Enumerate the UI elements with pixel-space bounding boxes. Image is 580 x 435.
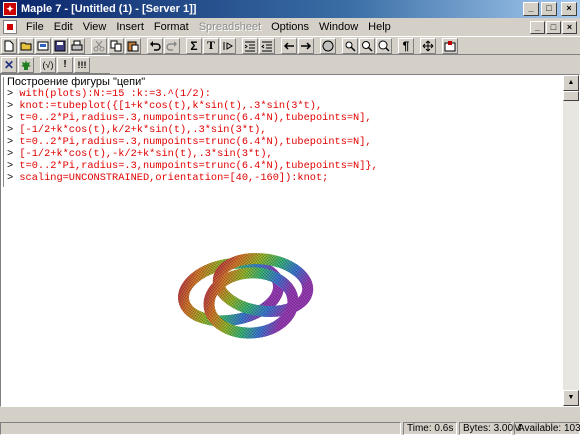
triple-bang-button[interactable]: !!! — [74, 56, 90, 73]
open-url-icon[interactable] — [35, 37, 51, 54]
title-bar: ✦ Maple 7 - [Untitled (1) - [Server 1]] … — [0, 0, 580, 18]
window-title: Maple 7 - [Untitled (1) - [Server 1]] — [21, 3, 197, 15]
code-text: t=0..2*Pi,radius=.3,numpoints=trunc(6.4*… — [19, 160, 378, 172]
outdent-icon[interactable] — [259, 37, 275, 54]
document-icon[interactable] — [3, 20, 17, 34]
expand-icon[interactable] — [420, 37, 436, 54]
prompt-symbol: > — [7, 112, 14, 124]
scroll-thumb[interactable] — [563, 91, 579, 101]
status-available: Available: 103M — [514, 422, 580, 435]
save-icon[interactable] — [52, 37, 68, 54]
open-folder-icon[interactable] — [18, 37, 34, 54]
sigma-icon[interactable]: Σ — [186, 37, 202, 54]
prompt-symbol: > — [7, 100, 14, 112]
undo-icon[interactable] — [147, 37, 163, 54]
maximize-button[interactable]: □ — [541, 2, 557, 16]
code-line[interactable]: > t=0..2*Pi,radius=.3,numpoints=trunc(6.… — [7, 160, 567, 172]
main-toolbar: Σ T ¶ — [0, 36, 580, 55]
time-label: Time: — [407, 423, 432, 434]
paragraph-icon[interactable]: ¶ — [398, 37, 414, 54]
zoom-medium-icon[interactable] — [359, 37, 375, 54]
prompt-symbol: > — [7, 88, 14, 100]
new-file-icon[interactable] — [1, 37, 17, 54]
menu-view[interactable]: View — [78, 21, 112, 33]
back-arrow-icon[interactable] — [281, 37, 297, 54]
code-text: scaling=UNCONSTRAINED,orientation=[40,-1… — [19, 172, 329, 184]
code-line[interactable]: > knot:=tubeplot({[1+k*cos(t),k*sin(t),.… — [7, 100, 567, 112]
execution-group-bracket[interactable] — [3, 77, 5, 187]
forward-arrow-icon[interactable] — [298, 37, 314, 54]
prompt-symbol: > — [7, 172, 14, 184]
status-bar: Time: 0.6s Bytes: 3.00M Available: 103M — [0, 422, 580, 435]
code-line[interactable]: > t=0..2*Pi,radius=.3,numpoints=trunc(6.… — [7, 112, 567, 124]
text-mode-icon[interactable]: T — [203, 37, 219, 54]
doc-close-button[interactable]: × — [562, 20, 577, 34]
code-line[interactable]: > with(plots):N:=15 :k:=3.^(1/2): — [7, 88, 567, 100]
doc-minimize-button[interactable]: _ — [530, 20, 545, 34]
code-line[interactable]: > [-1/2+k*cos(t),-k/2+k*sin(t),.3*sin(3*… — [7, 148, 567, 160]
code-text: [-1/2+k*cos(t),-k/2+k*sin(t),.3*sin(3*t)… — [19, 148, 273, 160]
context-toolbar: ✕ (√) ! !!! — [0, 55, 110, 74]
indent-icon[interactable] — [242, 37, 258, 54]
maple-leaf-toolbar-icon[interactable] — [18, 56, 34, 73]
menu-bar: File Edit View Insert Format Spreadsheet… — [0, 18, 580, 36]
menu-file[interactable]: File — [21, 21, 49, 33]
code-text: [-1/2+k*cos(t),k/2+k*sin(t),.3*sin(3*t), — [19, 124, 267, 136]
menu-window[interactable]: Window — [314, 21, 363, 33]
restart-icon[interactable] — [442, 37, 458, 54]
menu-help[interactable]: Help — [363, 21, 396, 33]
redo-icon[interactable] — [164, 37, 180, 54]
worksheet[interactable]: Построение фигуры "цепи" > with(plots):N… — [0, 74, 580, 407]
prompt-symbol: > — [7, 160, 14, 172]
doc-restore-button[interactable]: □ — [546, 20, 561, 34]
code-line[interactable]: > scaling=UNCONSTRAINED,orientation=[40,… — [7, 172, 567, 184]
bang-button[interactable]: ! — [57, 56, 73, 73]
prompt-symbol: > — [7, 148, 14, 160]
worksheet-heading: Построение фигуры "цепи" — [7, 76, 146, 88]
root-button[interactable]: (√) — [40, 56, 56, 73]
status-bytes: Bytes: 3.00M — [459, 422, 521, 435]
code-line[interactable]: > [-1/2+k*cos(t),k/2+k*sin(t),.3*sin(3*t… — [7, 124, 567, 136]
available-label: Available: — [518, 423, 562, 434]
code-text: knot:=tubeplot({[1+k*cos(t),k*sin(t),.3*… — [19, 100, 323, 112]
code-line[interactable]: > t=0..2*Pi,radius=.3,numpoints=trunc(6.… — [7, 136, 567, 148]
copy-icon[interactable] — [108, 37, 124, 54]
maple-leaf-icon[interactable]: ✦ — [3, 2, 17, 16]
execute-button[interactable]: ✕ — [1, 56, 17, 73]
paste-icon[interactable] — [125, 37, 141, 54]
prompt-symbol: > — [7, 124, 14, 136]
status-time: Time: 0.6s — [403, 422, 457, 435]
code-text: t=0..2*Pi,radius=.3,numpoints=trunc(6.4*… — [19, 136, 372, 148]
knot-plot[interactable] — [171, 237, 331, 347]
zoom-large-icon[interactable] — [376, 37, 392, 54]
menu-format[interactable]: Format — [149, 21, 194, 33]
stop-icon[interactable] — [320, 37, 336, 54]
menu-spreadsheet: Spreadsheet — [198, 21, 262, 33]
zoom-small-icon[interactable] — [342, 37, 358, 54]
bytes-label: Bytes: — [463, 423, 491, 434]
close-button[interactable]: × — [561, 2, 577, 16]
insert-prompt-icon[interactable] — [220, 37, 236, 54]
prompt-symbol: > — [7, 136, 14, 148]
available-value: 103M — [563, 423, 580, 434]
menu-insert[interactable]: Insert — [111, 21, 149, 33]
minimize-button[interactable]: _ — [523, 2, 539, 16]
cut-icon[interactable] — [91, 37, 107, 54]
scroll-up-icon[interactable]: ▲ — [563, 75, 579, 91]
worksheet-content: Построение фигуры "цепи" > with(plots):N… — [7, 76, 567, 184]
print-icon[interactable] — [69, 37, 85, 54]
time-value: 0.6s — [434, 423, 454, 434]
code-text: with(plots):N:=15 :k:=3.^(1/2): — [19, 88, 211, 100]
code-text: t=0..2*Pi,radius=.3,numpoints=trunc(6.4*… — [19, 112, 372, 124]
menu-edit[interactable]: Edit — [49, 21, 78, 33]
menu-options[interactable]: Options — [266, 21, 314, 33]
status-message — [0, 422, 401, 435]
scroll-down-icon[interactable]: ▼ — [563, 390, 579, 406]
vertical-scrollbar[interactable]: ▲ ▼ — [563, 75, 579, 406]
